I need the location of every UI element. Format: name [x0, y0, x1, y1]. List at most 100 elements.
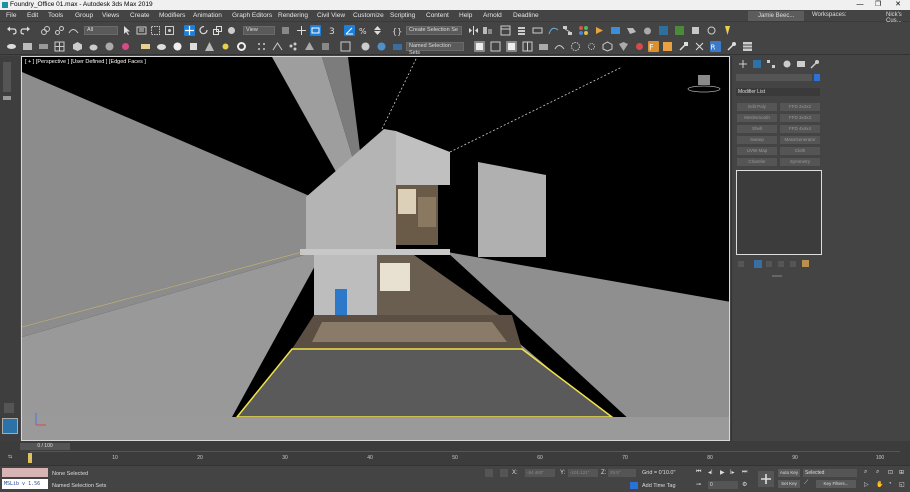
select-and-manipulate-icon[interactable]: [296, 25, 307, 36]
viewport-layout-thumb[interactable]: [2, 418, 18, 434]
modifier-button[interactable]: Cloth: [780, 147, 820, 155]
field-of-view-icon[interactable]: ▷: [864, 481, 869, 488]
pin-stack-icon[interactable]: [738, 261, 744, 267]
go-to-start-icon[interactable]: ⏮: [696, 469, 701, 476]
grip-icon[interactable]: [120, 41, 131, 52]
pan-icon[interactable]: ✋: [876, 481, 883, 488]
menu-arnold[interactable]: Arnold: [483, 12, 502, 19]
menu-edit[interactable]: Edit: [27, 12, 38, 19]
menu-scripting[interactable]: Scripting: [390, 12, 415, 19]
edit-named-selection-icon[interactable]: {}: [392, 25, 403, 36]
redo-icon[interactable]: [20, 25, 31, 36]
eye-icon[interactable]: [6, 41, 17, 52]
hierarchy-tab-icon[interactable]: [766, 59, 776, 69]
make-unique-icon[interactable]: [766, 261, 772, 267]
rendered-frame-window-icon[interactable]: [610, 25, 621, 36]
cylinder-icon[interactable]: [188, 41, 199, 52]
modifier-button[interactable]: FFD 4x4x4: [780, 125, 820, 133]
light-icon[interactable]: [220, 41, 231, 52]
material-editor-icon[interactable]: [578, 25, 589, 36]
link-icon[interactable]: [40, 25, 51, 36]
selection-filter-dropdown[interactable]: All: [84, 26, 118, 35]
rectangular-selection-icon[interactable]: [150, 25, 161, 36]
layer-explorer-icon[interactable]: [516, 25, 527, 36]
menu-deadline[interactable]: Deadline: [513, 12, 539, 19]
play-tab-icon[interactable]: [4, 403, 14, 413]
spreadsheet-icon[interactable]: [742, 41, 753, 52]
dots-grid-icon[interactable]: [256, 41, 267, 52]
render-in-cloud-icon[interactable]: [642, 25, 653, 36]
orbit-icon[interactable]: ◔: [888, 481, 892, 487]
next-frame-icon[interactable]: ǀ▸: [730, 469, 735, 476]
dotted-icon[interactable]: [586, 41, 597, 52]
grid-toggle-icon[interactable]: [506, 41, 517, 52]
maxscript-listener-top[interactable]: [2, 468, 48, 477]
spline-icon[interactable]: [554, 41, 565, 52]
menu-animation[interactable]: Animation: [193, 12, 222, 19]
sphere-gizmo-icon[interactable]: [360, 41, 371, 52]
modifier-button[interactable]: Edit Poly: [737, 103, 777, 111]
render-setup-icon[interactable]: [594, 25, 605, 36]
container-icon[interactable]: [392, 41, 403, 52]
select-and-move-icon[interactable]: [184, 25, 195, 36]
torus-icon[interactable]: [236, 41, 247, 52]
select-by-name-icon[interactable]: [136, 25, 147, 36]
modifier-button[interactable]: Meshsmooth: [737, 114, 777, 122]
menu-file[interactable]: File: [6, 12, 16, 19]
current-frame-field[interactable]: 0: [708, 481, 738, 489]
render-region-icon[interactable]: [490, 41, 501, 52]
modifier-sets-icon[interactable]: [802, 260, 809, 267]
y-coordinate-field[interactable]: -101.121": [568, 469, 598, 477]
menu-create[interactable]: Create: [130, 12, 150, 19]
maximize-viewport-icon[interactable]: ◱: [899, 481, 905, 488]
window-crossing-icon[interactable]: [164, 25, 175, 36]
minimize-button[interactable]: —: [850, 0, 870, 10]
modifier-button[interactable]: FFD 2x2x2: [780, 103, 820, 111]
menu-tools[interactable]: Tools: [48, 12, 63, 19]
globe-icon[interactable]: [376, 41, 387, 52]
menu-graph-editors[interactable]: Graph Editors: [232, 12, 272, 19]
teapot-icon[interactable]: [88, 41, 99, 52]
time-slider[interactable]: 0 / 100: [20, 443, 70, 450]
zoom-all-icon[interactable]: ⌕: [876, 469, 879, 476]
menu-civil-view[interactable]: Civil View: [317, 12, 345, 19]
modifier-button[interactable]: Symmetry: [780, 158, 820, 166]
user-account-button[interactable]: Jamie Beec...: [748, 11, 804, 21]
arnold-mtoa-icon[interactable]: [706, 25, 717, 36]
close-button[interactable]: ✕: [888, 0, 908, 10]
play-icon[interactable]: ▶: [720, 469, 725, 476]
motion-tab-icon[interactable]: [782, 59, 792, 69]
modify-tab-icon[interactable]: [752, 59, 762, 69]
record-icon[interactable]: [634, 41, 645, 52]
camera-icon[interactable]: [538, 41, 549, 52]
layout-icon[interactable]: [522, 41, 533, 52]
modifier-button[interactable]: Shell: [737, 125, 777, 133]
show-end-result-icon[interactable]: [754, 260, 762, 268]
pyramid-icon[interactable]: [304, 41, 315, 52]
mirror-icon[interactable]: [468, 25, 479, 36]
render-production-icon[interactable]: [626, 25, 637, 36]
lock-selection-icon[interactable]: [485, 469, 493, 477]
select-and-place-icon[interactable]: [226, 25, 237, 36]
hammer-icon[interactable]: [678, 41, 689, 52]
object-color-swatch[interactable]: [814, 74, 820, 81]
tab-arrow-icon[interactable]: [3, 96, 11, 100]
hexagon-icon[interactable]: [602, 41, 613, 52]
key-filters-button[interactable]: Key Filters...: [816, 480, 856, 488]
tools-icon[interactable]: [694, 41, 705, 52]
scatter-icon[interactable]: [288, 41, 299, 52]
zoom-extents-all-icon[interactable]: ⊞: [899, 469, 904, 476]
reference-coordinate-dropdown[interactable]: View: [243, 26, 275, 35]
go-to-end-icon[interactable]: ⏭: [742, 469, 747, 476]
perspective-viewport[interactable]: [ + ] [Perspective ] [User Defined ] [Ed…: [21, 56, 730, 441]
angle-snap-toggle-icon[interactable]: [344, 25, 355, 36]
object-name-field[interactable]: [736, 74, 812, 81]
key-filter-dropdown[interactable]: Selected: [803, 469, 857, 477]
menu-views[interactable]: Views: [102, 12, 119, 19]
select-object-icon[interactable]: [122, 25, 133, 36]
time-config-icon[interactable]: ⇆: [8, 454, 18, 464]
modifier-button[interactable]: FFD 3x3x3: [780, 114, 820, 122]
menu-customize[interactable]: Customize: [353, 12, 384, 19]
vertex-icon[interactable]: [272, 41, 283, 52]
schematic-view-icon[interactable]: [562, 25, 573, 36]
